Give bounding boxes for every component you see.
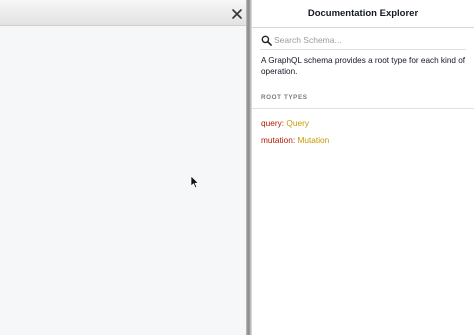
root-type-link[interactable]: Query bbox=[286, 118, 309, 128]
search-box bbox=[260, 28, 466, 50]
results-pane bbox=[0, 0, 246, 335]
root-type-query: query: Query bbox=[261, 118, 474, 128]
root-type-mutation: mutation: Mutation bbox=[261, 135, 474, 145]
search-icon bbox=[261, 35, 272, 46]
schema-description: A GraphQL schema provides a root type fo… bbox=[261, 56, 466, 76]
search-input[interactable] bbox=[274, 35, 464, 45]
root-type-field: query bbox=[261, 118, 282, 128]
root-types-heading: ROOT TYPES bbox=[252, 94, 474, 109]
doc-explorer-header: Documentation Explorer bbox=[252, 0, 474, 28]
doc-explorer-title: Documentation Explorer bbox=[307, 8, 419, 19]
graphiql-app: Documentation Explorer A GraphQL schema … bbox=[0, 0, 474, 335]
root-type-field: mutation bbox=[261, 135, 293, 145]
root-types-list: query: Query mutation: Mutation bbox=[261, 118, 474, 145]
results-toolbar bbox=[0, 0, 246, 26]
documentation-explorer: Documentation Explorer A GraphQL schema … bbox=[252, 0, 474, 335]
root-type-link[interactable]: Mutation bbox=[297, 135, 329, 145]
close-icon[interactable] bbox=[231, 8, 243, 20]
